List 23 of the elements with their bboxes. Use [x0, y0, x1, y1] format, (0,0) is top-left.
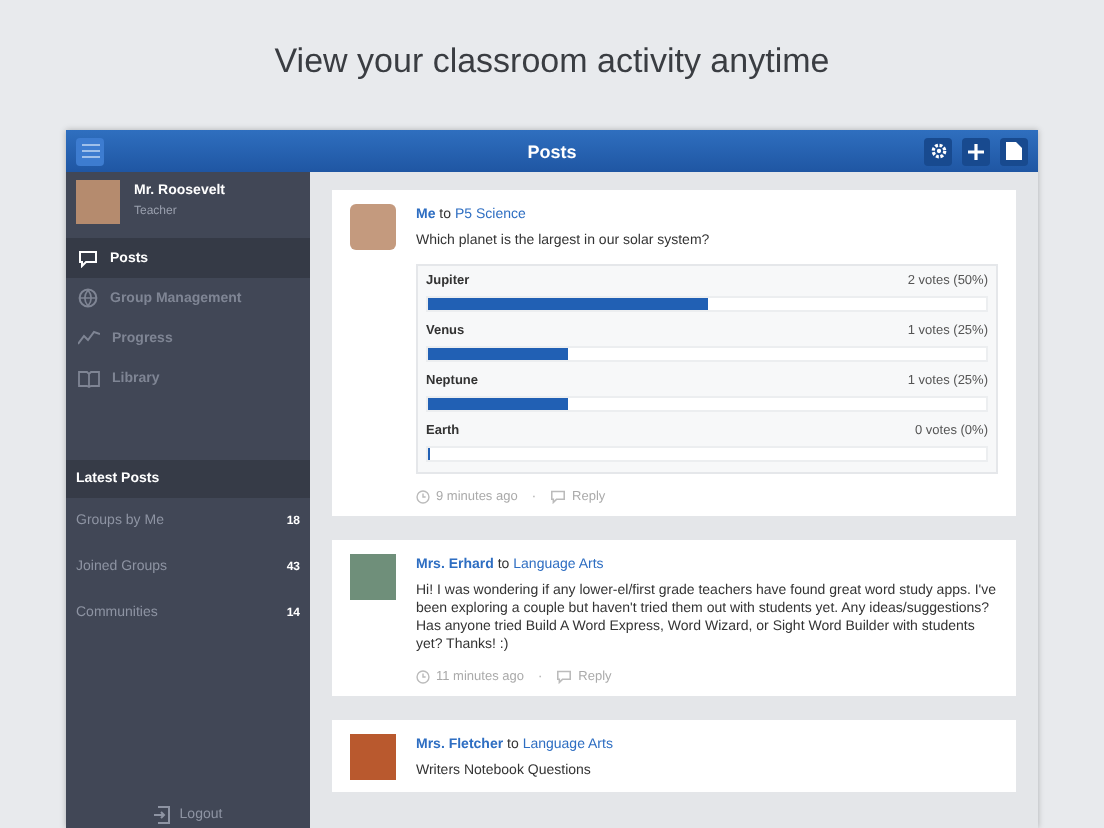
logout-icon	[153, 805, 170, 823]
plus-icon	[968, 143, 984, 159]
trend-icon	[78, 330, 100, 346]
avatar-placeholder	[350, 734, 396, 780]
compose-button[interactable]	[1000, 137, 1028, 165]
settings-button[interactable]	[924, 137, 952, 165]
globe-icon	[78, 288, 98, 308]
book-icon	[78, 369, 100, 387]
clock-icon	[416, 670, 430, 684]
settings-icon	[929, 142, 947, 160]
avatar-placeholder	[76, 180, 120, 224]
comment-icon	[550, 490, 567, 504]
caption-heading: View your classroom activity anytime	[272, 40, 832, 84]
clock-icon	[416, 490, 430, 504]
add-button[interactable]	[962, 137, 990, 165]
menu-icon	[81, 144, 99, 158]
comment-icon	[78, 249, 98, 267]
avatar-placeholder	[350, 204, 396, 250]
document-icon	[1006, 142, 1022, 160]
comment-icon	[556, 670, 573, 684]
menu-button[interactable]	[76, 137, 104, 165]
header-title: Posts	[525, 141, 579, 161]
avatar-placeholder	[350, 554, 396, 600]
